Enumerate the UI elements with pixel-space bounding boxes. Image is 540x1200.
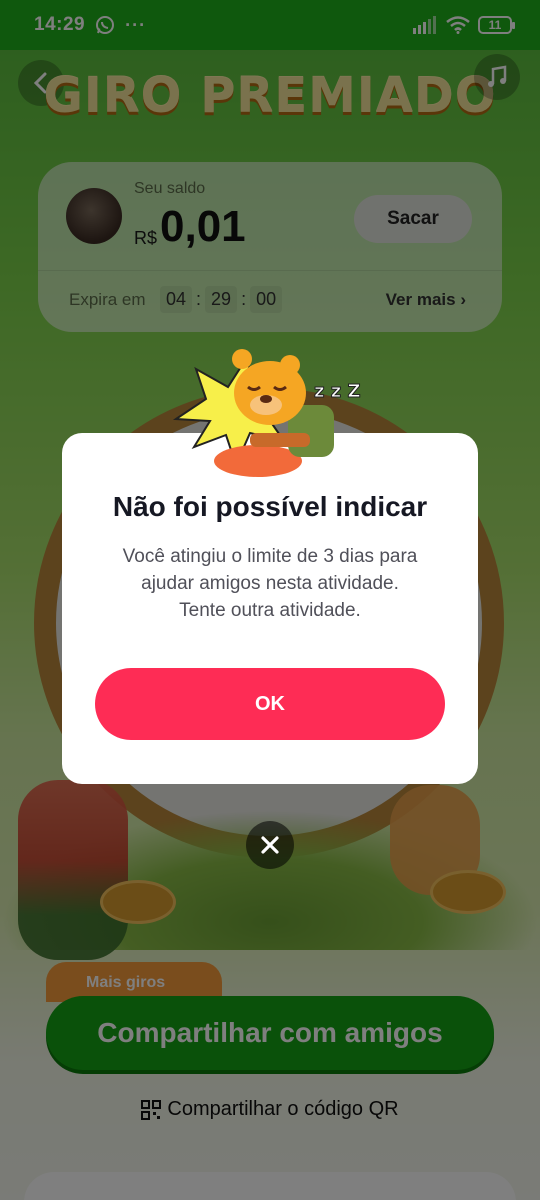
dialog-message-line: ajudar amigos nesta atividade. bbox=[141, 573, 399, 594]
dialog-message-line: Tente outra atividade. bbox=[179, 600, 361, 621]
ok-button[interactable]: OK bbox=[95, 668, 445, 740]
dialog-message-line: Você atingiu o limite de 3 dias para bbox=[122, 546, 418, 567]
dialog-title: Não foi possível indicar bbox=[112, 491, 428, 522]
close-button[interactable] bbox=[246, 821, 294, 869]
dialog-message: Você atingiu o limite de 3 dias para aju… bbox=[92, 543, 448, 624]
close-icon bbox=[261, 836, 279, 854]
zzz-label: z z Z bbox=[314, 381, 361, 402]
sleeping-bear-illustration: z z Z bbox=[172, 349, 361, 477]
error-dialog: z z Z Não foi possível indicar Você atin… bbox=[62, 349, 478, 784]
